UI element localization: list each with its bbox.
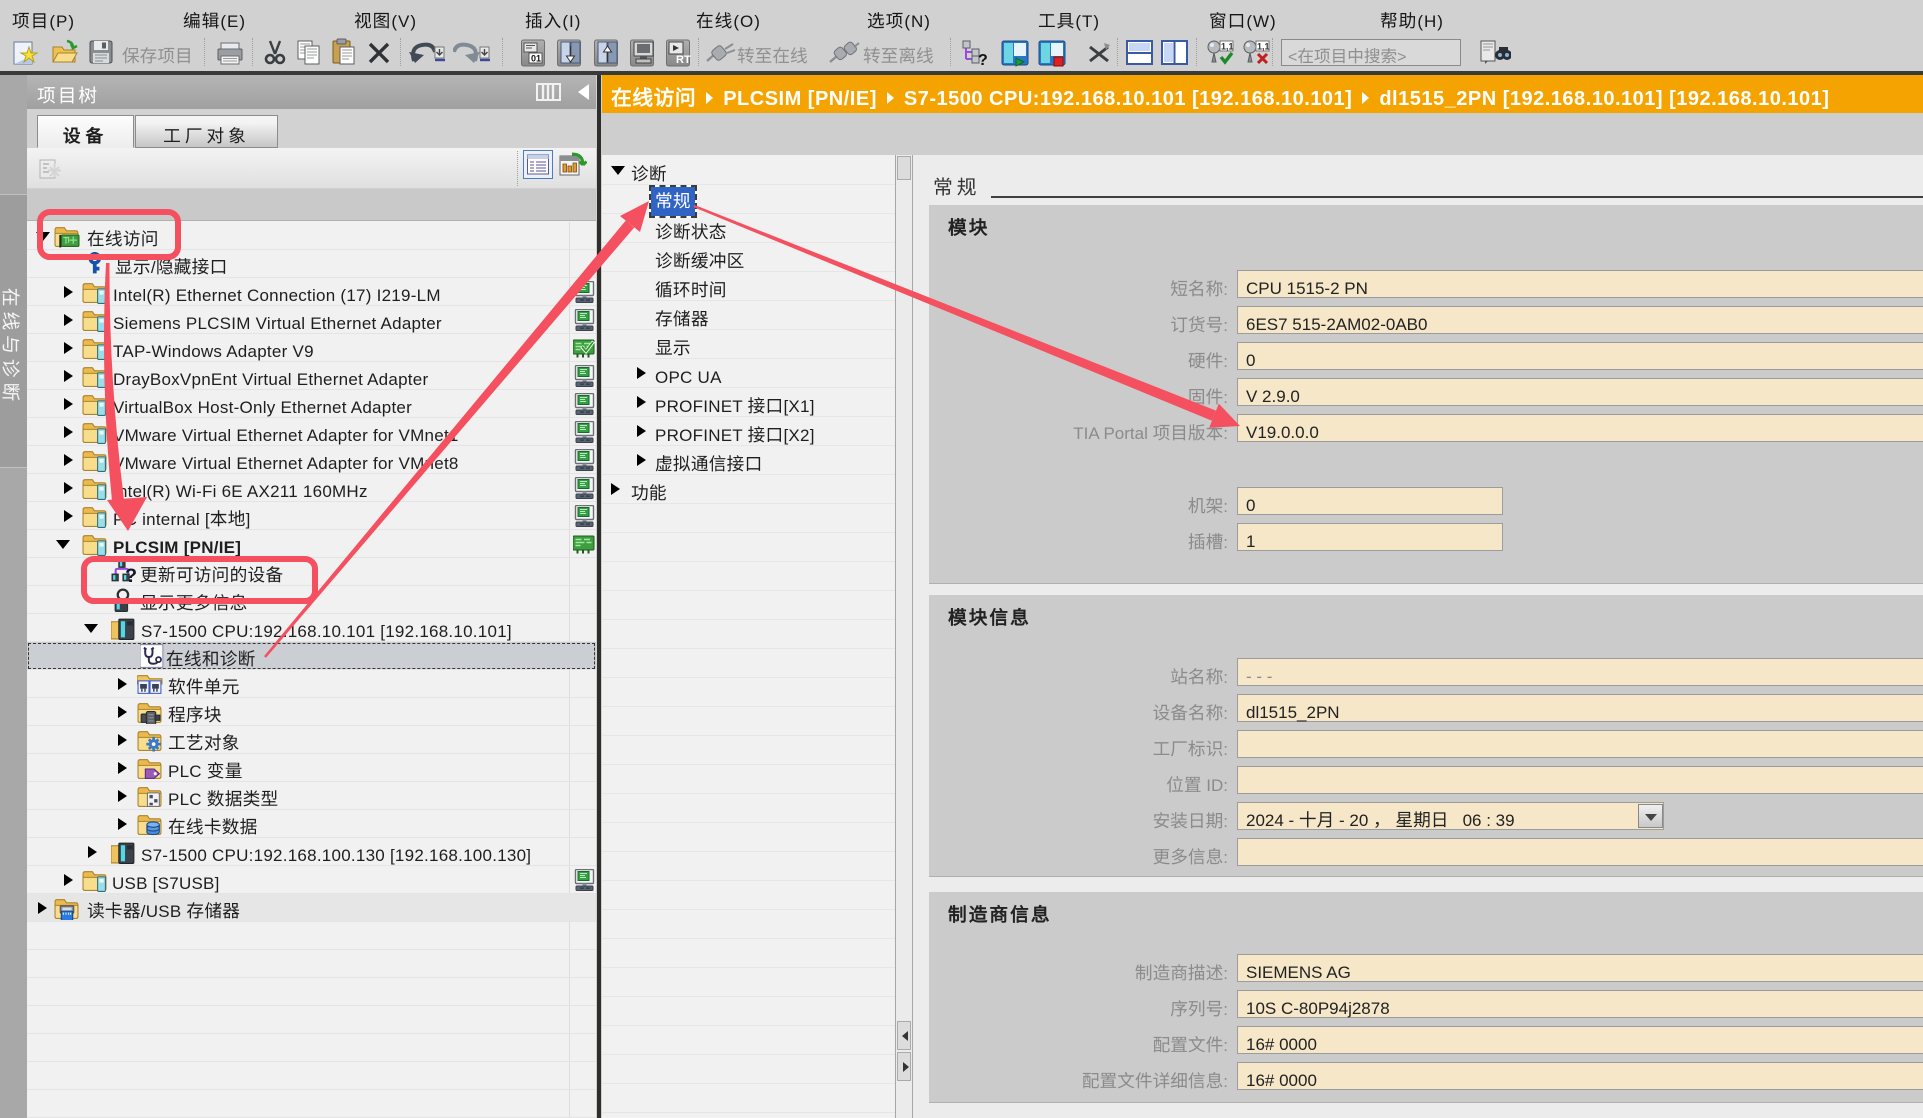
svg-text:01: 01 [531,54,541,64]
svg-text:1,1: 1,1 [1257,42,1270,52]
svg-text:RT: RT [676,54,691,66]
svg-text:1,1: 1,1 [1221,42,1234,52]
svg-text:?: ? [978,52,988,67]
